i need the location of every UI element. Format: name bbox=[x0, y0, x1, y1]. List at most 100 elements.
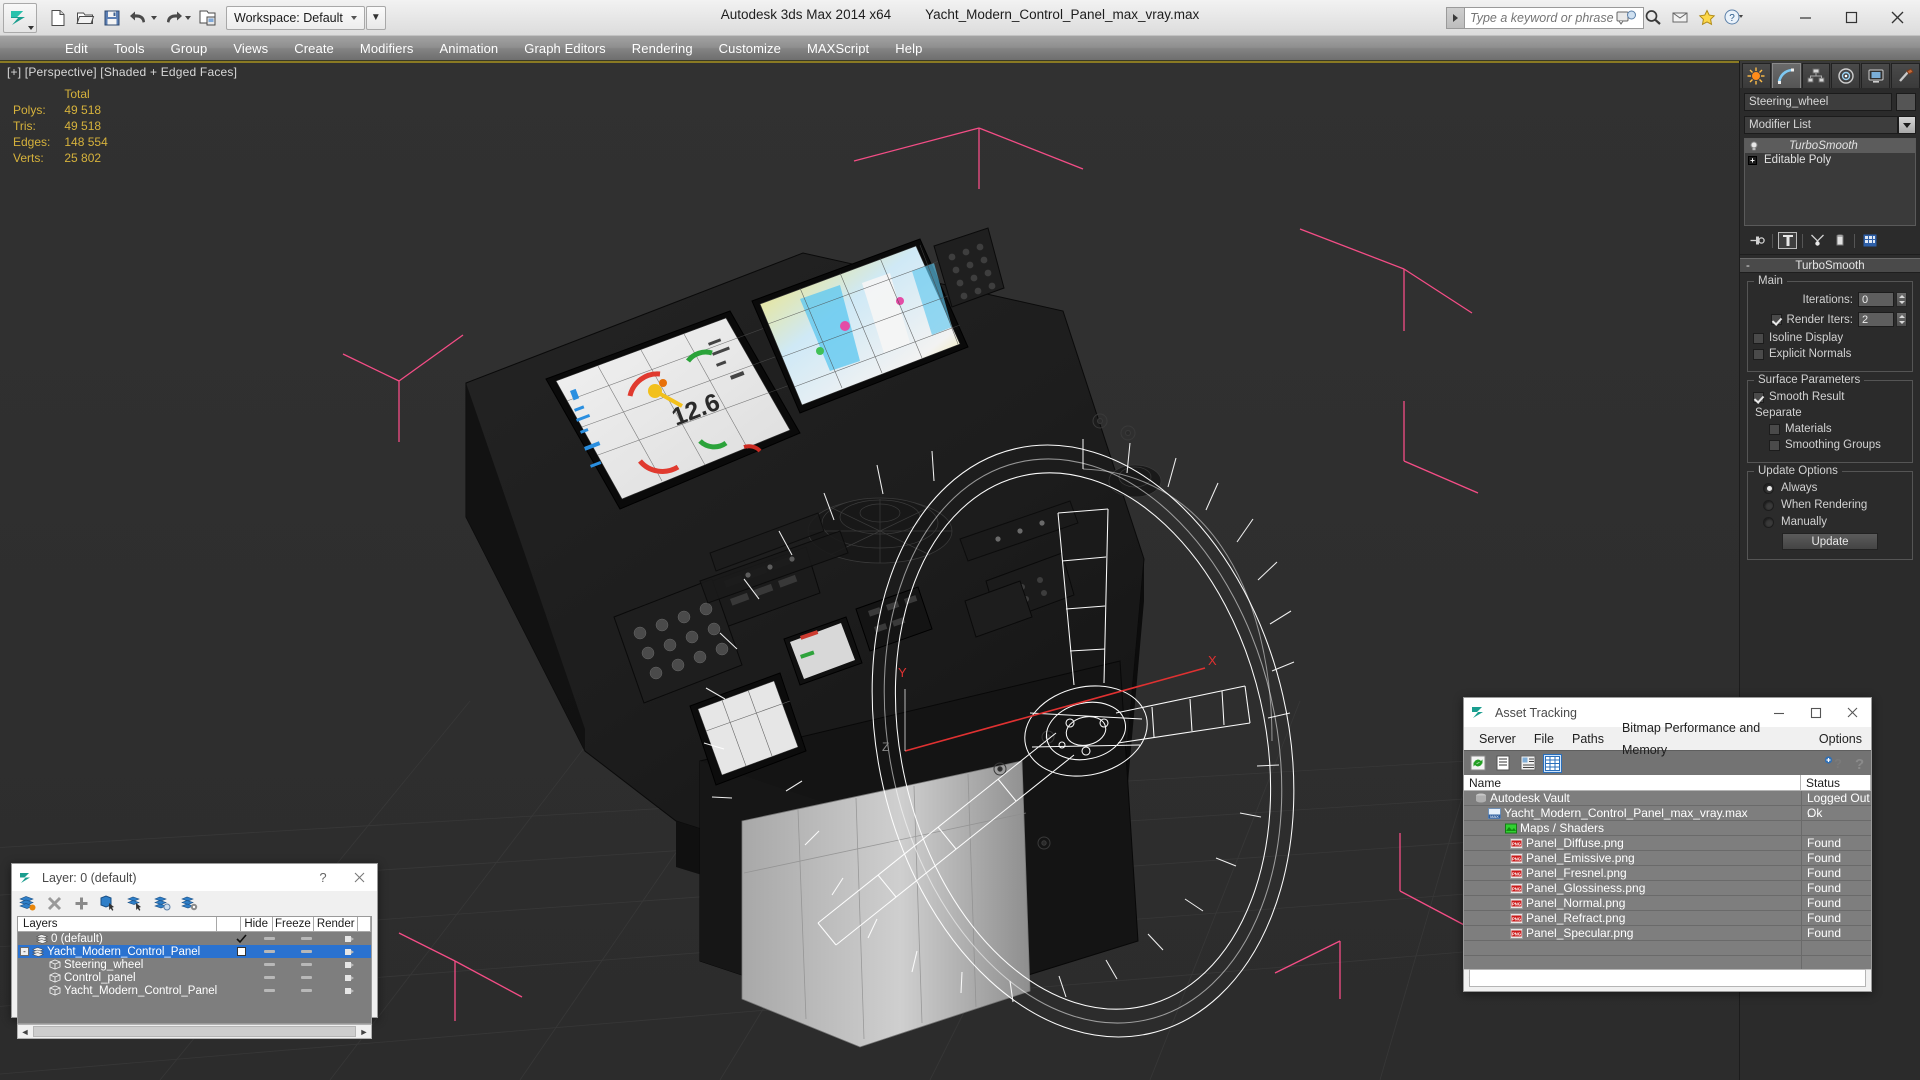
undo-icon[interactable] bbox=[126, 5, 152, 31]
layer-list[interactable]: Layers Hide Freeze Render 0 (default) - … bbox=[17, 916, 372, 1024]
materials-checkbox[interactable] bbox=[1769, 423, 1780, 435]
asset-tracking-window[interactable]: Asset Tracking Server File Paths Bitmap … bbox=[1463, 697, 1872, 992]
update-manually-radio[interactable] bbox=[1763, 516, 1774, 528]
motion-tab[interactable] bbox=[1831, 63, 1861, 88]
asset-menu-file[interactable]: File bbox=[1525, 728, 1563, 750]
column-header-render[interactable]: Render bbox=[314, 917, 359, 931]
render-toggle[interactable] bbox=[327, 986, 371, 996]
layer-properties-icon[interactable] bbox=[180, 894, 199, 913]
column-header-freeze[interactable]: Freeze bbox=[273, 917, 315, 931]
column-header-status[interactable]: Status bbox=[1801, 775, 1871, 790]
table-row[interactable]: PNG Panel_Glossiness.png Found bbox=[1464, 880, 1871, 896]
smoothing-groups-checkbox[interactable] bbox=[1769, 439, 1780, 451]
help-icon[interactable]: ? bbox=[1848, 754, 1867, 773]
layer-dialog-help-button[interactable]: ? bbox=[305, 864, 341, 891]
maximize-button[interactable] bbox=[1828, 0, 1874, 34]
delete-layer-icon[interactable] bbox=[45, 894, 64, 913]
freeze-toggle[interactable] bbox=[285, 963, 327, 966]
render-toggle[interactable] bbox=[327, 960, 371, 970]
table-row[interactable]: PNG Panel_Specular.png Found bbox=[1464, 925, 1871, 941]
close-button[interactable] bbox=[1874, 0, 1920, 34]
scroll-right-icon[interactable]: ► bbox=[357, 1025, 371, 1038]
table-row[interactable]: PNG Panel_Emissive.png Found bbox=[1464, 850, 1871, 866]
update-manually-row[interactable]: Manually bbox=[1753, 516, 1907, 528]
modifier-stack[interactable]: TurboSmooth + Editable Poly bbox=[1744, 138, 1916, 226]
menu-item-tools[interactable]: Tools bbox=[101, 36, 158, 61]
select-objects-in-layer-icon[interactable] bbox=[99, 894, 118, 913]
subscription-center-icon[interactable] bbox=[1669, 6, 1691, 28]
modifier-stack-item-turbosmooth[interactable]: TurboSmooth bbox=[1745, 139, 1915, 153]
current-layer-check[interactable] bbox=[229, 933, 253, 944]
create-tab[interactable] bbox=[1742, 63, 1771, 88]
object-color-swatch[interactable] bbox=[1896, 93, 1916, 111]
rollout-header[interactable]: - TurboSmooth bbox=[1740, 258, 1920, 273]
iterations-spinner[interactable] bbox=[1896, 292, 1907, 307]
modifier-list-dropdown[interactable]: Modifier List bbox=[1744, 116, 1898, 134]
iterations-field[interactable]: 0 bbox=[1858, 292, 1894, 307]
highlight-selected-objects-icon[interactable] bbox=[126, 894, 145, 913]
update-always-radio[interactable] bbox=[1763, 482, 1774, 494]
layer-dialog[interactable]: Layer: 0 (default) ? Layers Hide Freeze … bbox=[11, 863, 378, 1039]
save-file-icon[interactable] bbox=[99, 5, 125, 31]
display-tab[interactable] bbox=[1861, 63, 1891, 88]
render-iters-field[interactable]: 2 bbox=[1858, 312, 1894, 327]
pin-stack-icon[interactable] bbox=[1748, 232, 1767, 249]
refresh-icon[interactable] bbox=[1468, 754, 1487, 773]
table-row[interactable]: PNG Panel_Fresnel.png Found bbox=[1464, 865, 1871, 881]
project-folder-icon[interactable] bbox=[194, 5, 220, 31]
favorites-star-icon[interactable] bbox=[1696, 6, 1718, 28]
remove-modifier-icon[interactable] bbox=[1830, 232, 1849, 249]
menu-item-group[interactable]: Group bbox=[158, 36, 221, 61]
scroll-left-icon[interactable]: ◄ bbox=[18, 1025, 32, 1038]
hierarchy-tab[interactable] bbox=[1801, 63, 1831, 88]
expand-plus-icon[interactable]: + bbox=[1748, 155, 1757, 165]
app-logo-icon[interactable] bbox=[3, 3, 37, 33]
hide-toggle[interactable] bbox=[253, 976, 285, 979]
help-add-icon[interactable]: ? bbox=[1823, 754, 1842, 773]
redo-icon[interactable] bbox=[160, 5, 186, 31]
list-item[interactable]: - Yacht_Modern_Control_Panel bbox=[18, 945, 371, 958]
modifier-list-caret-icon[interactable] bbox=[1898, 116, 1916, 134]
render-iters-spinner[interactable] bbox=[1896, 312, 1907, 327]
modifier-stack-item-editable-poly[interactable]: + Editable Poly bbox=[1745, 153, 1915, 167]
show-end-result-icon[interactable] bbox=[1778, 232, 1797, 249]
modify-tab[interactable] bbox=[1771, 63, 1801, 88]
create-new-layer-icon[interactable] bbox=[18, 894, 37, 913]
update-when-rendering-radio[interactable] bbox=[1763, 499, 1774, 511]
menu-item-rendering[interactable]: Rendering bbox=[619, 36, 706, 61]
hide-toggle[interactable] bbox=[253, 950, 285, 953]
minimize-button[interactable] bbox=[1782, 0, 1828, 34]
smooth-result-checkbox[interactable] bbox=[1753, 391, 1764, 403]
grid-view-icon[interactable] bbox=[1543, 753, 1562, 773]
render-toggle[interactable] bbox=[327, 973, 371, 983]
render-toggle[interactable] bbox=[327, 947, 371, 957]
column-header-hide[interactable]: Hide bbox=[241, 917, 273, 931]
undo-dropdown-icon[interactable] bbox=[151, 15, 157, 20]
column-header-blank[interactable] bbox=[217, 917, 241, 931]
isoline-display-checkbox[interactable] bbox=[1753, 332, 1764, 344]
isoline-display-row[interactable]: Isoline Display bbox=[1753, 332, 1907, 344]
hide-toggle[interactable] bbox=[253, 963, 285, 966]
column-header-name[interactable]: Name bbox=[1464, 775, 1801, 790]
hide-unhide-layer-icon[interactable] bbox=[153, 894, 172, 913]
workspace-dropdown-button[interactable]: ▼ bbox=[365, 5, 386, 30]
smooth-result-row[interactable]: Smooth Result bbox=[1753, 391, 1907, 403]
menu-item-help[interactable]: Help bbox=[882, 36, 935, 61]
update-always-row[interactable]: Always bbox=[1753, 482, 1907, 494]
smoothing-groups-row[interactable]: Smoothing Groups bbox=[1753, 439, 1907, 451]
object-name-field[interactable]: Steering_wheel bbox=[1744, 93, 1892, 111]
workspace-selector[interactable]: Workspace: Default bbox=[226, 5, 365, 30]
layer-dialog-close-button[interactable] bbox=[341, 864, 377, 891]
menu-item-create[interactable]: Create bbox=[281, 36, 347, 61]
table-row[interactable]: PNG Panel_Normal.png Found bbox=[1464, 895, 1871, 911]
menu-item-modifiers[interactable]: Modifiers bbox=[347, 36, 427, 61]
collapse-minus-icon[interactable]: - bbox=[20, 947, 29, 956]
menu-item-edit[interactable]: Edit bbox=[52, 36, 101, 61]
search-expand-icon[interactable] bbox=[1446, 7, 1464, 29]
menu-item-maxscript[interactable]: MAXScript bbox=[794, 36, 882, 61]
render-iters-checkbox[interactable] bbox=[1770, 314, 1782, 325]
viewport-label[interactable]: [+] [Perspective] [Shaded + Edged Faces] bbox=[7, 65, 237, 79]
menu-item-graph-editors[interactable]: Graph Editors bbox=[511, 36, 619, 61]
table-row[interactable]: PNG Panel_Diffuse.png Found bbox=[1464, 835, 1871, 851]
current-layer-check[interactable] bbox=[229, 947, 253, 956]
